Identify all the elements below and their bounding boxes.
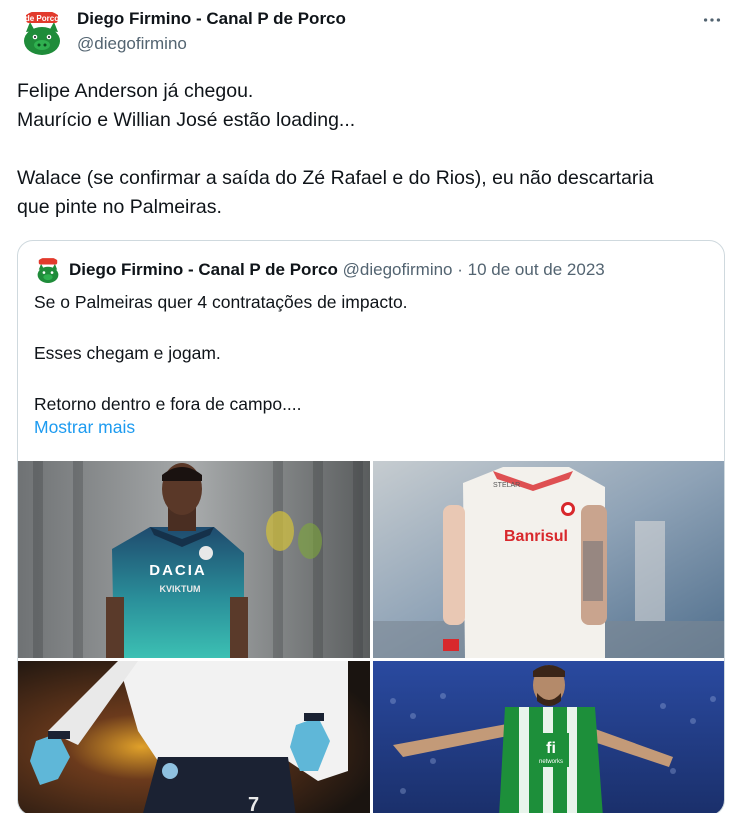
quoted-line: Esses chegam e jogam.: [34, 343, 221, 363]
quoted-text: Se o Palmeiras quer 4 contratações de im…: [34, 290, 714, 418]
separator-dot: ·: [457, 260, 463, 279]
tweet-line: que pinte no Palmeiras.: [17, 196, 222, 218]
tweet-line: Maurício e Willian José estão loading...: [17, 109, 356, 131]
author-handle[interactable]: @diegofirmino: [77, 34, 187, 54]
photo-3[interactable]: 7: [18, 661, 370, 813]
shirt-sponsor-2-top: STELAR: [493, 482, 520, 489]
tweet-line: Walace (se confirmar a saída do Zé Rafae…: [17, 167, 654, 189]
shirt-sponsor-1: DACIA: [149, 562, 207, 579]
player-photo-4: fi networks: [373, 661, 724, 813]
player-photo-3: 7: [18, 661, 370, 813]
porco-mascot-logo-icon: [33, 257, 63, 285]
photo-4[interactable]: fi networks: [373, 661, 724, 813]
player-photo-2: STELAR Banrisul: [373, 461, 724, 658]
shirt-sponsor-2: Banrisul: [504, 528, 568, 545]
show-more-link[interactable]: Mostrar mais: [34, 417, 135, 438]
player-photo-1: DACIA KVIKTUM: [18, 461, 370, 658]
shirt-sponsor-4b: networks: [539, 759, 563, 765]
more-horizontal-icon: [703, 18, 721, 22]
photo-1[interactable]: DACIA KVIKTUM: [18, 461, 370, 658]
shirt-sponsor-1b: KVIKTUM: [160, 584, 201, 594]
photo-2[interactable]: STELAR Banrisul: [373, 461, 724, 658]
quoted-line: Retorno dentro e fora de campo....: [34, 394, 302, 414]
tweet-text: Felipe Anderson já chegou. Maurício e Wi…: [17, 77, 717, 222]
author-name[interactable]: Diego Firmino - Canal P de Porco: [77, 9, 346, 29]
porco-mascot-logo-icon: de Porco: [16, 10, 68, 58]
quoted-line: Se o Palmeiras quer 4 contratações de im…: [34, 292, 408, 312]
quoted-author-name: Diego Firmino - Canal P de Porco: [69, 260, 338, 279]
media-grid: DACIA KVIKTUM STELAR Banrisul 7 fi netwo…: [18, 461, 724, 813]
quoted-header: Diego Firmino - Canal P de Porco @diegof…: [69, 260, 605, 280]
quoted-author-handle: @diegofirmino: [342, 260, 453, 279]
quoted-avatar: [33, 257, 63, 287]
avatar[interactable]: de Porco: [16, 10, 68, 58]
tweet-line: Felipe Anderson já chegou.: [17, 80, 254, 102]
more-button[interactable]: [700, 8, 724, 32]
quoted-tweet[interactable]: Diego Firmino - Canal P de Porco @diegof…: [17, 240, 725, 813]
shirt-sponsor-4: fi: [546, 740, 556, 757]
shirt-number: 7: [248, 794, 259, 813]
quoted-date: 10 de out de 2023: [467, 260, 605, 279]
avatar-logo-text: de Porco: [25, 14, 59, 23]
